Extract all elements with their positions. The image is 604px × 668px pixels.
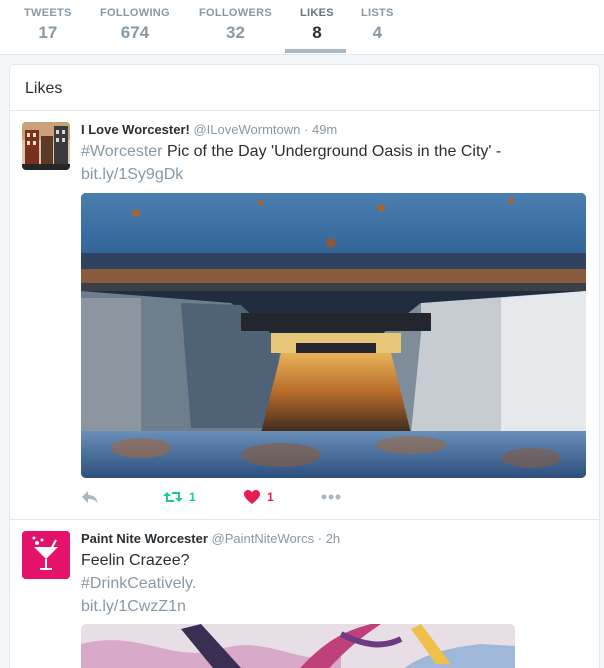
tweet-separator: · — [304, 122, 309, 137]
more-button[interactable] — [321, 487, 341, 507]
stat-tweets-label: TWEETS — [24, 7, 72, 19]
avatar[interactable] — [22, 122, 70, 170]
tweet[interactable]: Paint Nite Worcester @PaintNiteWorcs · 2… — [10, 520, 599, 668]
tweet-header: I Love Worcester! @ILoveWormtown · 49m — [81, 122, 337, 137]
stat-following-label: FOLLOWING — [100, 7, 170, 19]
tweet-timestamp[interactable]: 2h — [326, 531, 340, 546]
tweet-photo[interactable] — [81, 193, 586, 478]
tweet-timestamp[interactable]: 49m — [312, 122, 337, 137]
tweet-body: Feelin Crazee? — [81, 552, 190, 569]
tweet-actions: 1 1 — [81, 487, 381, 507]
active-tab-indicator — [285, 49, 346, 53]
tweet-period: . — [191, 575, 197, 592]
more-dots-icon — [321, 494, 341, 500]
like-button[interactable]: 1 — [243, 487, 274, 507]
tweet-author-handle[interactable]: @ILoveWormtown — [193, 122, 300, 137]
tweet-separator: · — [317, 531, 323, 546]
tweet-author-name[interactable]: Paint Nite Worcester — [81, 531, 208, 546]
stat-likes-label: LIKES — [300, 7, 334, 19]
tweet-hashtag[interactable]: #DrinkCeatively — [81, 575, 192, 592]
stat-followers[interactable]: FOLLOWERS 32 — [199, 7, 272, 43]
stat-followers-value: 32 — [226, 23, 245, 42]
heart-icon — [244, 490, 260, 504]
tweet-text: Feelin Crazee? #DrinkCeatively. bit.ly/1… — [81, 549, 581, 618]
stat-tweets-value: 17 — [38, 23, 58, 42]
stat-likes-value: 8 — [312, 23, 322, 42]
martini-glass-icon — [22, 531, 70, 579]
stat-followers-label: FOLLOWERS — [199, 7, 272, 19]
like-count: 1 — [267, 490, 274, 504]
tweet-header: Paint Nite Worcester @PaintNiteWorcs · 2… — [81, 531, 340, 546]
photo-underground-oasis — [81, 193, 586, 478]
likes-timeline-card: Likes I Love Worcester! @ILoveWormtown ·… — [9, 64, 600, 668]
card-title: Likes — [10, 65, 599, 111]
reply-icon — [82, 491, 98, 504]
profile-stats-nav: TWEETS 17 FOLLOWING 674 FOLLOWERS 32 LIK… — [0, 0, 604, 55]
stat-likes[interactable]: LIKES 8 — [300, 7, 334, 43]
stat-lists-label: LISTS — [361, 7, 394, 19]
tweet[interactable]: I Love Worcester! @ILoveWormtown · 49m #… — [10, 111, 599, 520]
avatar-image-worcester — [22, 122, 70, 170]
stat-tweets[interactable]: TWEETS 17 — [24, 7, 72, 43]
stat-lists-value: 4 — [372, 23, 383, 42]
avatar[interactable] — [22, 531, 70, 579]
retweet-button[interactable]: 1 — [163, 487, 196, 507]
tweet-link[interactable]: bit.ly/1Sy9gDk — [81, 166, 183, 183]
tweet-link[interactable]: bit.ly/1CwzZ1n — [81, 598, 186, 615]
reply-button[interactable] — [81, 487, 99, 507]
tweet-author-name[interactable]: I Love Worcester! — [81, 122, 190, 137]
tweet-author-handle[interactable]: @PaintNiteWorcs — [212, 531, 315, 546]
tweet-hashtag[interactable]: #Worcester — [81, 143, 163, 160]
retweet-icon — [163, 492, 183, 502]
tweet-photo[interactable] — [81, 624, 515, 668]
stat-following[interactable]: FOLLOWING 674 — [100, 7, 170, 43]
tweet-body: Pic of the Day 'Underground Oasis in the… — [162, 143, 502, 160]
photo-painting — [81, 624, 515, 668]
stat-following-value: 674 — [120, 23, 150, 42]
stat-lists[interactable]: LISTS 4 — [361, 7, 394, 43]
retweet-count: 1 — [189, 490, 196, 504]
tweet-text: #Worcester Pic of the Day 'Underground O… — [81, 140, 581, 186]
